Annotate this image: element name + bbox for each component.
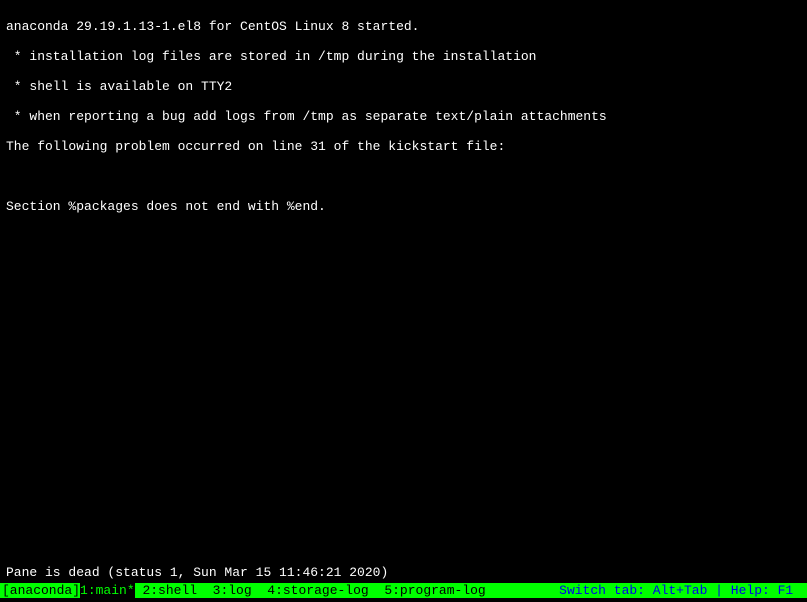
output-line: anaconda 29.19.1.13-1.el8 for CentOS Lin… bbox=[6, 19, 801, 34]
tab-log[interactable]: 3:log bbox=[197, 583, 252, 598]
tab-storage-log[interactable]: 4:storage-log bbox=[252, 583, 369, 598]
tab-program-log[interactable]: 5:program-log bbox=[369, 583, 486, 598]
pane-dead-message: Pane is dead (status 1, Sun Mar 15 11:46… bbox=[6, 565, 388, 580]
output-line: * shell is available on TTY2 bbox=[6, 79, 801, 94]
help-text: Switch tab: Alt+Tab | Help: F1 bbox=[559, 583, 807, 598]
output-line: * when reporting a bug add logs from /tm… bbox=[6, 109, 801, 124]
output-line bbox=[6, 169, 801, 184]
tab-main[interactable]: 1:main* bbox=[80, 583, 135, 598]
session-name: [anaconda] bbox=[0, 583, 80, 598]
output-line: Section %packages does not end with %end… bbox=[6, 199, 801, 214]
terminal-output: anaconda 29.19.1.13-1.el8 for CentOS Lin… bbox=[0, 0, 807, 233]
output-line: The following problem occurred on line 3… bbox=[6, 139, 801, 154]
output-line: * installation log files are stored in /… bbox=[6, 49, 801, 64]
tab-shell[interactable]: 2:shell bbox=[135, 583, 197, 598]
tmux-status-bar: [anaconda]1:main* 2:shell 3:log 4:storag… bbox=[0, 583, 807, 598]
